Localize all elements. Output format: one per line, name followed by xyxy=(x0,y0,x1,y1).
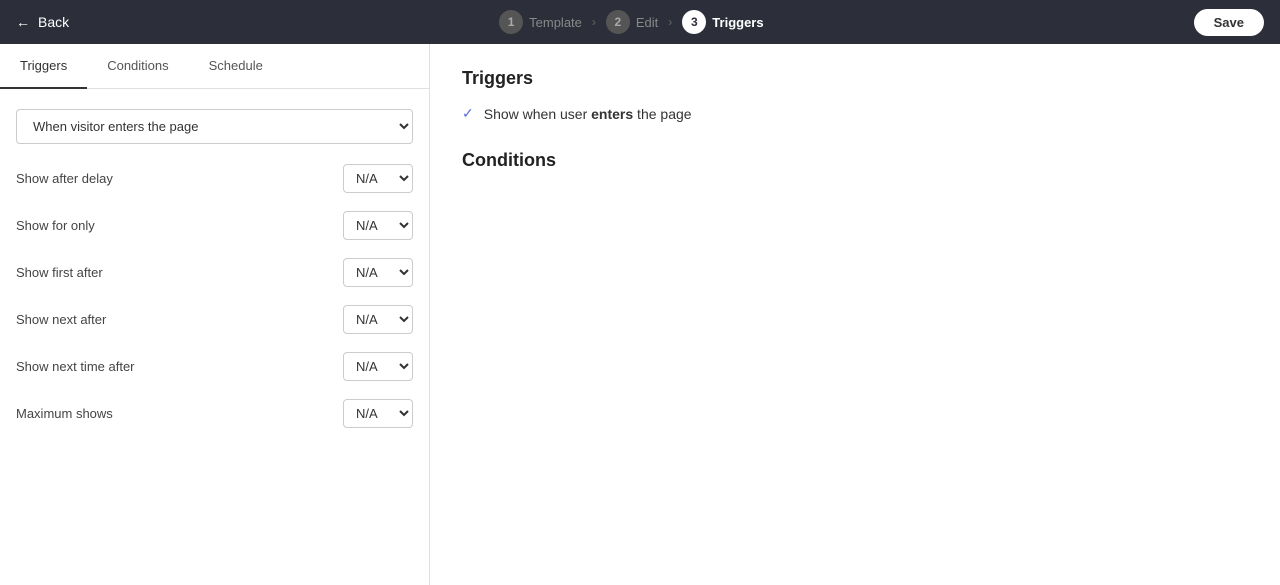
save-button[interactable]: Save xyxy=(1194,9,1264,36)
field-row-show_next_after: Show next after N/A xyxy=(16,305,413,334)
main-layout: Triggers Conditions Schedule When visito… xyxy=(0,44,1280,585)
field-label-show_after_delay: Show after delay xyxy=(16,171,113,186)
tab-schedule[interactable]: Schedule xyxy=(189,44,283,89)
field-row-show_first_after: Show first after N/A xyxy=(16,258,413,287)
check-icon: ✓ xyxy=(462,105,474,122)
conditions-section-title: Conditions xyxy=(462,150,1248,171)
back-label: Back xyxy=(38,14,69,30)
back-button[interactable]: ← Back xyxy=(16,14,69,30)
step-2: 2 Edit xyxy=(606,10,658,34)
left-panel: Triggers Conditions Schedule When visito… xyxy=(0,44,430,585)
step-3: 3 Triggers xyxy=(682,10,763,34)
header: ← Back 1 Template › 2 Edit › 3 Triggers … xyxy=(0,0,1280,44)
trigger-description: Show when user enters the page xyxy=(484,106,692,122)
step-3-label: Triggers xyxy=(712,15,763,30)
step-2-label: Edit xyxy=(636,15,658,30)
trigger-item: ✓ Show when user enters the page xyxy=(462,105,1248,122)
right-panel: Triggers ✓ Show when user enters the pag… xyxy=(430,44,1280,585)
step-1-label: Template xyxy=(529,15,582,30)
field-row-show_for_only: Show for only N/A xyxy=(16,211,413,240)
step-1-num: 1 xyxy=(499,10,523,34)
step-2-num: 2 xyxy=(606,10,630,34)
back-arrow-icon: ← xyxy=(16,14,30,30)
step-1: 1 Template xyxy=(499,10,582,34)
field-row-show_next_time_after: Show next time after N/A xyxy=(16,352,413,381)
chevron-icon-2: › xyxy=(668,15,672,29)
chevron-icon-1: › xyxy=(592,15,596,29)
field-select-maximum_shows[interactable]: N/A xyxy=(343,399,413,428)
tab-bar: Triggers Conditions Schedule xyxy=(0,44,429,89)
field-select-show_next_after[interactable]: N/A xyxy=(343,305,413,334)
field-label-show_first_after: Show first after xyxy=(16,265,103,280)
field-select-show_first_after[interactable]: N/A xyxy=(343,258,413,287)
field-row-show_after_delay: Show after delay N/A xyxy=(16,164,413,193)
step-3-num: 3 xyxy=(682,10,706,34)
field-select-show_after_delay[interactable]: N/A xyxy=(343,164,413,193)
trigger-select-wrapper: When visitor enters the page xyxy=(16,109,413,144)
field-label-show_for_only: Show for only xyxy=(16,218,95,233)
field-select-show_next_time_after[interactable]: N/A xyxy=(343,352,413,381)
fields-container: Show after delayN/AShow for onlyN/AShow … xyxy=(16,164,413,428)
tab-triggers[interactable]: Triggers xyxy=(0,44,87,89)
field-label-maximum_shows: Maximum shows xyxy=(16,406,113,421)
field-label-show_next_time_after: Show next time after xyxy=(16,359,135,374)
step-indicators: 1 Template › 2 Edit › 3 Triggers xyxy=(499,10,763,34)
triggers-section-title: Triggers xyxy=(462,68,1248,89)
field-select-show_for_only[interactable]: N/A xyxy=(343,211,413,240)
panel-content: When visitor enters the page Show after … xyxy=(0,89,429,585)
field-row-maximum_shows: Maximum shows N/A xyxy=(16,399,413,428)
field-label-show_next_after: Show next after xyxy=(16,312,106,327)
tab-conditions[interactable]: Conditions xyxy=(87,44,188,89)
trigger-select[interactable]: When visitor enters the page xyxy=(16,109,413,144)
